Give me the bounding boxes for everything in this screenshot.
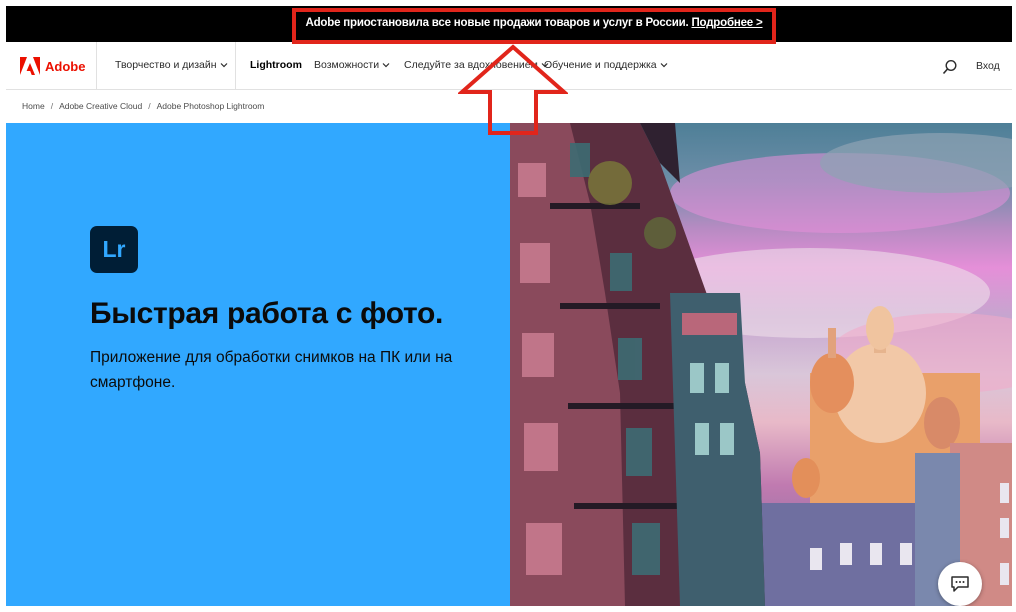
breadcrumb-item-home[interactable]: Home	[22, 101, 45, 111]
adobe-logo[interactable]: Adobe	[20, 55, 85, 77]
notice-highlight-box	[292, 8, 776, 44]
nav-item-creativity[interactable]: Творчество и дизайн	[115, 59, 228, 71]
breadcrumb-item-creative-cloud[interactable]: Adobe Creative Cloud	[59, 101, 142, 111]
breadcrumb-separator: /	[148, 101, 151, 111]
hero-title: Быстрая работа с фото.	[90, 297, 444, 330]
lightroom-app-icon: Lr	[90, 226, 138, 273]
adobe-logo-text: Adobe	[45, 58, 86, 74]
login-link[interactable]: Вход	[976, 60, 1000, 72]
hero-subtitle: Приложение для обработки снимков на ПК и…	[90, 349, 453, 391]
nav-item-features[interactable]: Возможности	[314, 59, 390, 71]
chat-button[interactable]	[938, 562, 982, 606]
red-arrow-annotation	[458, 44, 568, 135]
nav-item-label: Возможности	[314, 59, 380, 71]
hero-text-panel: Lr Быстрая работа с фото. Приложение для…	[6, 123, 510, 606]
nav-item-label: Творчество и дизайн	[115, 59, 217, 71]
nav-item-label: Lightroom	[250, 59, 302, 71]
adobe-logo-icon	[20, 57, 40, 75]
hero-photo	[510, 123, 1012, 606]
chevron-down-icon	[660, 63, 668, 68]
nav-divider	[96, 42, 97, 90]
nav-divider	[235, 42, 236, 90]
chevron-down-icon	[220, 63, 227, 68]
breadcrumb-separator: /	[50, 101, 54, 111]
nav-item-lightroom[interactable]: Lightroom	[250, 59, 302, 71]
breadcrumb-item-lightroom[interactable]: Adobe Photoshop Lightroom	[157, 101, 265, 111]
breadcrumb: Home / Adobe Creative Cloud / Adobe Phot…	[22, 101, 264, 111]
chevron-down-icon	[382, 63, 390, 68]
search-icon[interactable]	[942, 59, 958, 75]
hero-photo-illustration	[510, 123, 1012, 606]
chat-icon	[951, 576, 969, 592]
adobe-lightroom-page: Adobe приостановила все новые продажи то…	[6, 6, 1012, 606]
